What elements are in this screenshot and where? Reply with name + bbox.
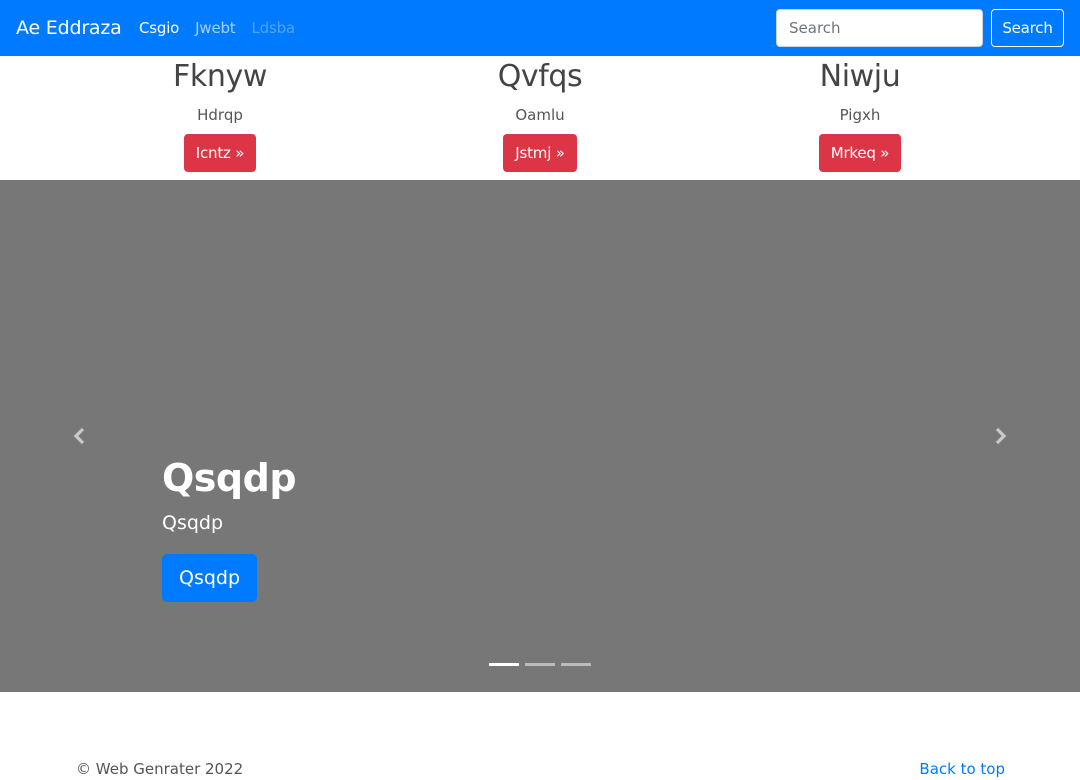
carousel-indicator[interactable] (489, 663, 519, 666)
feature-title: Qvfqs (497, 59, 583, 94)
feature-button[interactable]: Mrkeq » (818, 134, 902, 172)
chevron-right-icon (995, 427, 1007, 445)
carousel-indicator[interactable] (561, 663, 591, 666)
carousel-next-button[interactable] (920, 180, 1080, 692)
feature-column: Qvfqs Oamlu Jstmj » (380, 56, 700, 172)
carousel-heading: Qsqdp (162, 456, 297, 500)
feature-column: Fknyw Hdrqp Icntz » (60, 56, 380, 172)
search-input[interactable] (776, 9, 983, 47)
carousel-indicator[interactable] (525, 663, 555, 666)
search-button[interactable]: Search (991, 9, 1064, 47)
feature-text: Pigxh (839, 106, 881, 124)
back-to-top-link[interactable]: Back to top (919, 759, 1005, 779)
carousel-indicators (489, 663, 591, 666)
navbar: Ae Eddraza Csgio Jwebt Ldsba Search (0, 0, 1080, 56)
carousel-prev-button[interactable] (0, 180, 160, 692)
feature-column: Niwju Pigxh Mrkeq » (700, 56, 1020, 172)
feature-title: Fknyw (173, 59, 267, 94)
feature-text: Hdrqp (197, 106, 243, 124)
feature-button[interactable]: Icntz » (183, 134, 257, 172)
chevron-left-icon (73, 427, 85, 445)
carousel-subheading: Qsqdp (162, 512, 224, 534)
carousel-cta-button[interactable]: Qsqdp (162, 554, 258, 602)
feature-columns: Fknyw Hdrqp Icntz » Qvfqs Oamlu Jstmj » … (0, 56, 1080, 180)
feature-text: Oamlu (515, 106, 565, 124)
nav-link-jwebt[interactable]: Jwebt (195, 18, 236, 38)
nav-links: Csgio Jwebt Ldsba (139, 18, 295, 38)
footer-copyright: © Web Genrater 2022 (76, 760, 244, 778)
carousel-caption: Qsqdp Qsqdp Qsqdp (162, 452, 297, 602)
nav-link-ldsba: Ldsba (251, 19, 295, 37)
brand-link[interactable]: Ae Eddraza (16, 15, 122, 41)
carousel: Qsqdp Qsqdp Qsqdp (0, 180, 1080, 692)
feature-title: Niwju (819, 59, 901, 94)
feature-button[interactable]: Jstmj » (503, 134, 577, 172)
nav-link-csgio[interactable]: Csgio (139, 18, 179, 38)
